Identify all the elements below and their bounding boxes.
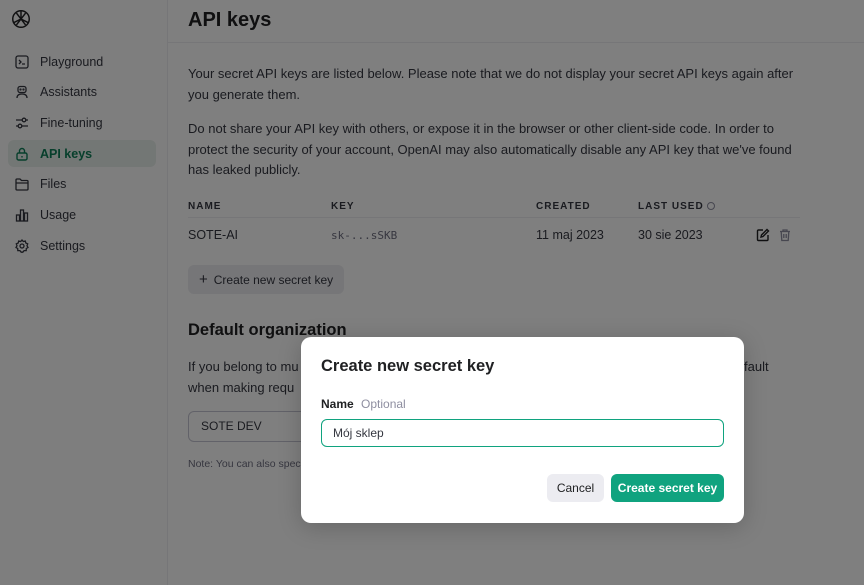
cancel-button[interactable]: Cancel [547, 474, 604, 502]
key-name-input[interactable] [321, 419, 724, 447]
name-field-label: Name Optional [321, 397, 406, 411]
optional-hint: Optional [361, 397, 406, 411]
dialog-title: Create new secret key [321, 357, 495, 375]
create-secret-key-dialog: Create new secret key Name Optional Canc… [301, 337, 744, 523]
name-label: Name [321, 397, 354, 411]
create-secret-key-button[interactable]: Create secret key [611, 474, 724, 502]
